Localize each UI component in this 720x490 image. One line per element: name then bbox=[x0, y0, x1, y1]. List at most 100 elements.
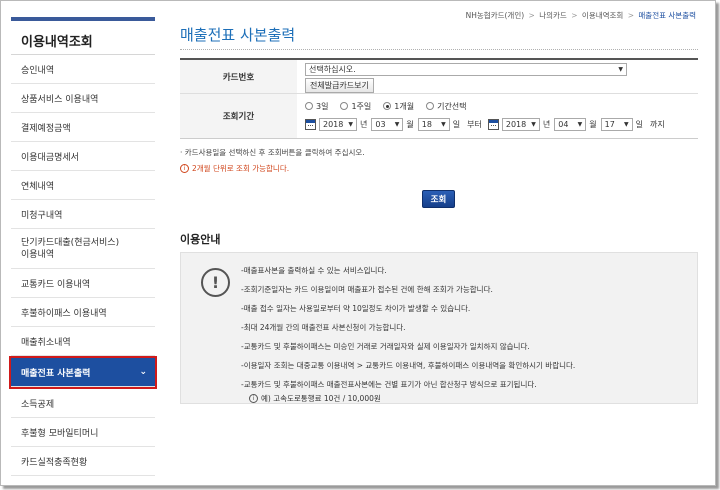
breadcrumb-separator: > bbox=[571, 11, 578, 20]
from-day-value: 18 bbox=[421, 119, 432, 129]
sidebar-title: 이용내역조회 bbox=[11, 21, 155, 55]
chevron-down-icon: ▼ bbox=[577, 120, 583, 128]
radio-icon bbox=[426, 102, 435, 110]
to-day-select[interactable]: 17 ▼ bbox=[600, 117, 633, 131]
chevron-down-icon: ▼ bbox=[348, 120, 353, 128]
breadcrumb: NH농협카드(개인) > 나의카드 > 이용내역조회 > 매출전표 사본출력 bbox=[466, 10, 696, 21]
chevron-down-icon: ▼ bbox=[441, 120, 446, 128]
breadcrumb-item-mycard[interactable]: 나의카드 bbox=[539, 11, 567, 20]
form-notes: · 카드사용일을 선택하신 후 조회버튼을 클릭하여 주십시오. i 2개월 단… bbox=[180, 147, 365, 174]
info-icon: i bbox=[180, 164, 189, 173]
card-cell: 선택하십시오. ▼ 전체발급카드보기 bbox=[297, 60, 698, 93]
guide-example-text: 예) 고속도로통행료 10건 / 10,000원 bbox=[261, 394, 381, 403]
period-limit-note: i 2개월 단위로 조회 가능합니다. bbox=[180, 163, 365, 174]
day-unit: 일 bbox=[452, 119, 461, 129]
breadcrumb-item-home[interactable]: NH농협카드(개인) bbox=[466, 11, 525, 20]
window-frame: 이용내역조회 승인내역 상품서비스 이용내역 결제예정금액 이용대금명세서 연체… bbox=[0, 0, 716, 486]
card-row: 카드번호 선택하십시오. ▼ 전체발급카드보기 bbox=[180, 60, 698, 94]
chevron-down-icon: ▼ bbox=[618, 66, 623, 73]
sidebar-item-hipass[interactable]: 후불하이패스 이용내역 bbox=[11, 298, 155, 327]
guide-line: -교통카드 및 후불하이패스는 미승인 거래로 거래일자와 실제 이용일자가 일… bbox=[241, 342, 530, 351]
sidebar-item-tax-deduction[interactable]: 소득공제 bbox=[11, 389, 155, 418]
period-limit-text: 2개월 단위로 조회 가능합니다. bbox=[192, 164, 290, 173]
title-divider bbox=[180, 49, 698, 50]
info-icon: i bbox=[249, 394, 258, 403]
to-year-value: 2018 bbox=[505, 119, 527, 129]
from-year-select[interactable]: 2018 ▼ bbox=[319, 117, 357, 131]
guide-example: i 예) 고속도로통행료 10건 / 10,000원 bbox=[241, 393, 575, 404]
breadcrumb-separator: > bbox=[627, 11, 635, 20]
card-select[interactable]: 선택하십시오. ▼ bbox=[305, 63, 627, 76]
guide-title: 이용안내 bbox=[180, 233, 221, 246]
guide-line: -최대 24개월 간의 매출전표 사본신청이 가능합니다. bbox=[241, 323, 406, 332]
sidebar: 이용내역조회 승인내역 상품서비스 이용내역 결제예정금액 이용대금명세서 연체… bbox=[9, 17, 157, 476]
exclamation-icon: ! bbox=[201, 268, 230, 297]
breadcrumb-separator: > bbox=[528, 11, 535, 20]
sidebar-item-approval[interactable]: 승인내역 bbox=[11, 55, 155, 84]
year-unit: 년 bbox=[542, 119, 551, 129]
sidebar-item-card-performance[interactable]: 카드실적충족현황 bbox=[11, 447, 155, 476]
to-month-select[interactable]: 04 ▼ bbox=[554, 117, 587, 131]
month-unit: 월 bbox=[589, 119, 597, 129]
search-form: 카드번호 선택하십시오. ▼ 전체발급카드보기 조회기간 3일 1주일 1개월 bbox=[180, 58, 698, 139]
from-day-select[interactable]: 18 ▼ bbox=[417, 117, 450, 131]
breadcrumb-item-current: 매출전표 사본출력 bbox=[638, 11, 696, 20]
from-month-value: 03 bbox=[375, 119, 386, 129]
period-option-label: 1주일 bbox=[351, 101, 372, 111]
card-label: 카드번호 bbox=[180, 60, 297, 93]
sidebar-item-statement[interactable]: 이용대금명세서 bbox=[11, 142, 155, 171]
sidebar-item-cash-service[interactable]: 단기카드대출(현금서비스) 이용내역 bbox=[11, 229, 155, 269]
sidebar-item-receipt-copy[interactable]: 매출전표 사본출력 ⌄ bbox=[9, 356, 157, 389]
from-year-value: 2018 bbox=[323, 119, 344, 129]
chevron-down-icon: ▼ bbox=[623, 120, 629, 128]
sidebar-item-overdue[interactable]: 연체내역 bbox=[11, 171, 155, 200]
period-option-custom[interactable]: 기간선택 bbox=[426, 101, 467, 112]
guide-box: ! -매출표사본을 출력하실 수 있는 서비스입니다. -조회기준일자는 카드 … bbox=[180, 252, 698, 404]
chevron-down-icon: ▼ bbox=[531, 120, 536, 128]
breadcrumb-item-history[interactable]: 이용내역조회 bbox=[582, 11, 623, 20]
period-option-label: 1개월 bbox=[394, 101, 415, 111]
guide-line: -매출표사본을 출력하실 수 있는 서비스입니다. bbox=[241, 266, 387, 275]
sidebar-item-label: 단기카드대출(현금서비스) 이용내역 bbox=[21, 237, 120, 260]
period-option-3days[interactable]: 3일 bbox=[305, 101, 328, 112]
period-row: 조회기간 3일 1주일 1개월 기간선택 2018 ▼ 년 03 ▼ 월 18 bbox=[180, 94, 698, 138]
radio-selected-icon bbox=[383, 102, 392, 110]
page-title: 매출전표 사본출력 bbox=[180, 26, 296, 44]
sidebar-item-transit-card[interactable]: 교통카드 이용내역 bbox=[11, 269, 155, 298]
period-option-label: 기간선택 bbox=[437, 101, 467, 111]
sidebar-item-unbilled[interactable]: 미청구내역 bbox=[11, 200, 155, 229]
to-month-value: 04 bbox=[558, 119, 569, 129]
period-option-1month[interactable]: 1개월 bbox=[383, 101, 414, 112]
to-suffix: 까지 bbox=[649, 119, 665, 129]
period-radio-group: 3일 1주일 1개월 기간선택 bbox=[305, 97, 690, 115]
guide-line: -매출 접수 일자는 사용일로부터 약 10일정도 차이가 발생할 수 있습니다… bbox=[241, 304, 471, 313]
year-unit: 년 bbox=[360, 119, 368, 129]
search-button[interactable]: 조회 bbox=[422, 190, 455, 208]
sidebar-item-payment-due[interactable]: 결제예정금액 bbox=[11, 113, 155, 142]
to-year-select[interactable]: 2018 ▼ bbox=[501, 117, 540, 131]
from-month-select[interactable]: 03 ▼ bbox=[371, 117, 404, 131]
month-unit: 월 bbox=[406, 119, 414, 129]
chevron-down-icon: ⌄ bbox=[139, 367, 147, 377]
calendar-icon[interactable] bbox=[305, 118, 316, 130]
from-suffix: 부터 bbox=[467, 119, 482, 129]
instruction-note: · 카드사용일을 선택하신 후 조회버튼을 클릭하여 주십시오. bbox=[180, 148, 365, 157]
radio-icon bbox=[305, 102, 313, 110]
guide-line: -이용일자 조회는 대중교통 이용내역 > 교통카드 이용내역, 후불하이패스 … bbox=[241, 361, 576, 370]
day-unit: 일 bbox=[635, 119, 643, 129]
card-select-value: 선택하십시오. bbox=[309, 65, 356, 74]
radio-icon bbox=[340, 102, 349, 110]
sidebar-item-label: 매출전표 사본출력 bbox=[21, 368, 91, 379]
guide-line: -조회기준일자는 카드 이용일이며 매출표가 접수된 건에 한해 조회가 가능합… bbox=[241, 285, 493, 294]
all-cards-button[interactable]: 전체발급카드보기 bbox=[305, 78, 374, 93]
guide-list: -매출표사본을 출력하실 수 있는 서비스입니다. -조회기준일자는 카드 이용… bbox=[241, 265, 575, 404]
calendar-icon[interactable] bbox=[487, 118, 499, 130]
sidebar-item-cancellations[interactable]: 매출취소내역 bbox=[11, 327, 155, 356]
period-option-1week[interactable]: 1주일 bbox=[340, 101, 371, 112]
sidebar-item-mobile-tmoney[interactable]: 후불형 모바일티머니 bbox=[11, 418, 155, 447]
to-day-value: 17 bbox=[604, 119, 615, 129]
period-label: 조회기간 bbox=[180, 94, 297, 138]
sidebar-item-product-service[interactable]: 상품서비스 이용내역 bbox=[11, 84, 155, 113]
date-range: 2018 ▼ 년 03 ▼ 월 18 ▼ 일 부터 2018 ▼ 년 04 ▼ 월 17 ▼… bbox=[305, 115, 690, 133]
chevron-down-icon: ▼ bbox=[394, 120, 400, 128]
